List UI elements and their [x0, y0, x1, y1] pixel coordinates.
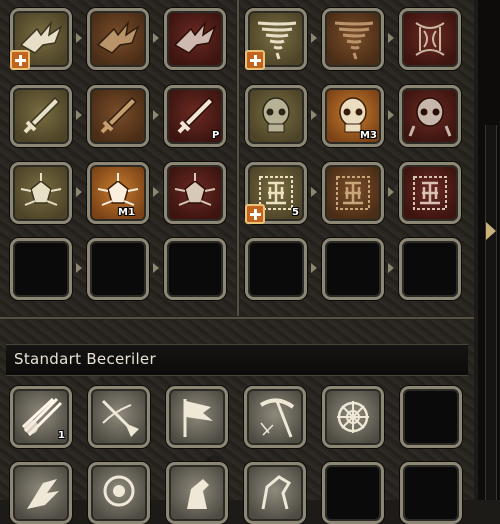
- standard-skill-slot[interactable]: [10, 462, 72, 524]
- empty-skill-slot[interactable]: [10, 238, 72, 300]
- skull-skill-icon: [408, 97, 452, 137]
- empty-skill-slot[interactable]: [87, 238, 149, 300]
- skill-slot-wing-3[interactable]: [164, 8, 226, 70]
- chevron-right-icon: [76, 33, 82, 43]
- chevron-right-icon: [388, 110, 394, 120]
- empty-skill-slot[interactable]: [400, 386, 462, 448]
- section-title: Standart Beceriler: [14, 350, 156, 368]
- empty-skill-slot[interactable]: [399, 238, 461, 300]
- chevron-right-icon: [76, 187, 82, 197]
- scroll-arrow-icon[interactable]: [486, 222, 496, 240]
- wing-skill-icon: [27, 479, 59, 509]
- skill-slot-emblem-1[interactable]: [10, 162, 72, 224]
- emblem-skill-icon: [20, 173, 62, 206]
- chevron-right-icon: [388, 187, 394, 197]
- skill-slot-tornado-2[interactable]: [322, 8, 384, 70]
- rune-skill-icon: [413, 176, 447, 210]
- shield-icon: [103, 475, 135, 507]
- sword-skill-icon: [100, 96, 138, 134]
- skill-slot-rune-2[interactable]: [322, 162, 384, 224]
- skill-level-badge: M3: [360, 130, 377, 141]
- empty-skill-slot[interactable]: [322, 238, 384, 300]
- sword-skill-icon: [23, 96, 61, 134]
- chevron-right-icon: [388, 263, 394, 273]
- skill-slot-sword-1[interactable]: [10, 85, 72, 147]
- skill-slot-rune-3[interactable]: [399, 162, 461, 224]
- empty-skill-slot[interactable]: [322, 462, 384, 524]
- empty-skill-slot[interactable]: [164, 238, 226, 300]
- chevron-right-icon: [76, 263, 82, 273]
- skill-slot-emblem-3[interactable]: [164, 162, 226, 224]
- panel-divider-vertical: [236, 0, 240, 318]
- chevron-right-icon: [153, 263, 159, 273]
- pickaxe-icon: [259, 398, 295, 438]
- skill-slot-wing-2[interactable]: [87, 8, 149, 70]
- skill-slot-tornado-3[interactable]: [399, 8, 461, 70]
- chevron-right-icon: [153, 187, 159, 197]
- standard-skill-slot[interactable]: [88, 462, 150, 524]
- standard-skill-slot[interactable]: [166, 462, 228, 524]
- skill-level-badge: M1: [118, 207, 135, 218]
- skill-level-badge: 1: [58, 430, 65, 441]
- chevron-right-icon: [153, 110, 159, 120]
- scroll-track[interactable]: [485, 125, 497, 500]
- horse-icon: [187, 479, 209, 509]
- standard-skill-slot[interactable]: [244, 462, 306, 524]
- chevron-right-icon: [388, 33, 394, 43]
- skill-slot-skull-1[interactable]: [245, 85, 307, 147]
- horse-head-icon: [261, 475, 292, 510]
- standard-skill-pickaxe[interactable]: [244, 386, 306, 448]
- rune-skill-icon: [336, 176, 370, 210]
- wing-skill-icon: [96, 20, 140, 54]
- skill-level-badge: P: [212, 130, 220, 141]
- chevron-right-icon: [311, 187, 317, 197]
- skill-slot-sword-2[interactable]: [87, 85, 149, 147]
- broom-icon: [101, 399, 139, 437]
- chevron-right-icon: [153, 33, 159, 43]
- wing-skill-icon: [173, 20, 217, 54]
- chevron-right-icon: [76, 110, 82, 120]
- standard-skill-knot[interactable]: [322, 386, 384, 448]
- add-skill-point-icon[interactable]: [10, 50, 30, 70]
- chevron-right-icon: [311, 33, 317, 43]
- knot-icon: [337, 401, 369, 433]
- tornado-skill-icon: [334, 21, 374, 60]
- add-skill-point-icon[interactable]: [245, 204, 265, 224]
- chevron-right-icon: [311, 110, 317, 120]
- standard-skill-flag[interactable]: [166, 386, 228, 448]
- standard-skill-broom[interactable]: [88, 386, 150, 448]
- emblem-skill-icon: [174, 173, 216, 206]
- skill-level-badge: 5: [292, 207, 299, 218]
- empty-skill-slot[interactable]: [245, 238, 307, 300]
- skill-slot-skull-3[interactable]: [399, 85, 461, 147]
- add-skill-point-icon[interactable]: [245, 50, 265, 70]
- chevron-right-icon: [311, 263, 317, 273]
- flag-icon: [183, 399, 213, 437]
- skull-skill-icon: [262, 97, 290, 133]
- tornado-skill-icon: [415, 22, 445, 56]
- empty-skill-slot[interactable]: [400, 462, 462, 524]
